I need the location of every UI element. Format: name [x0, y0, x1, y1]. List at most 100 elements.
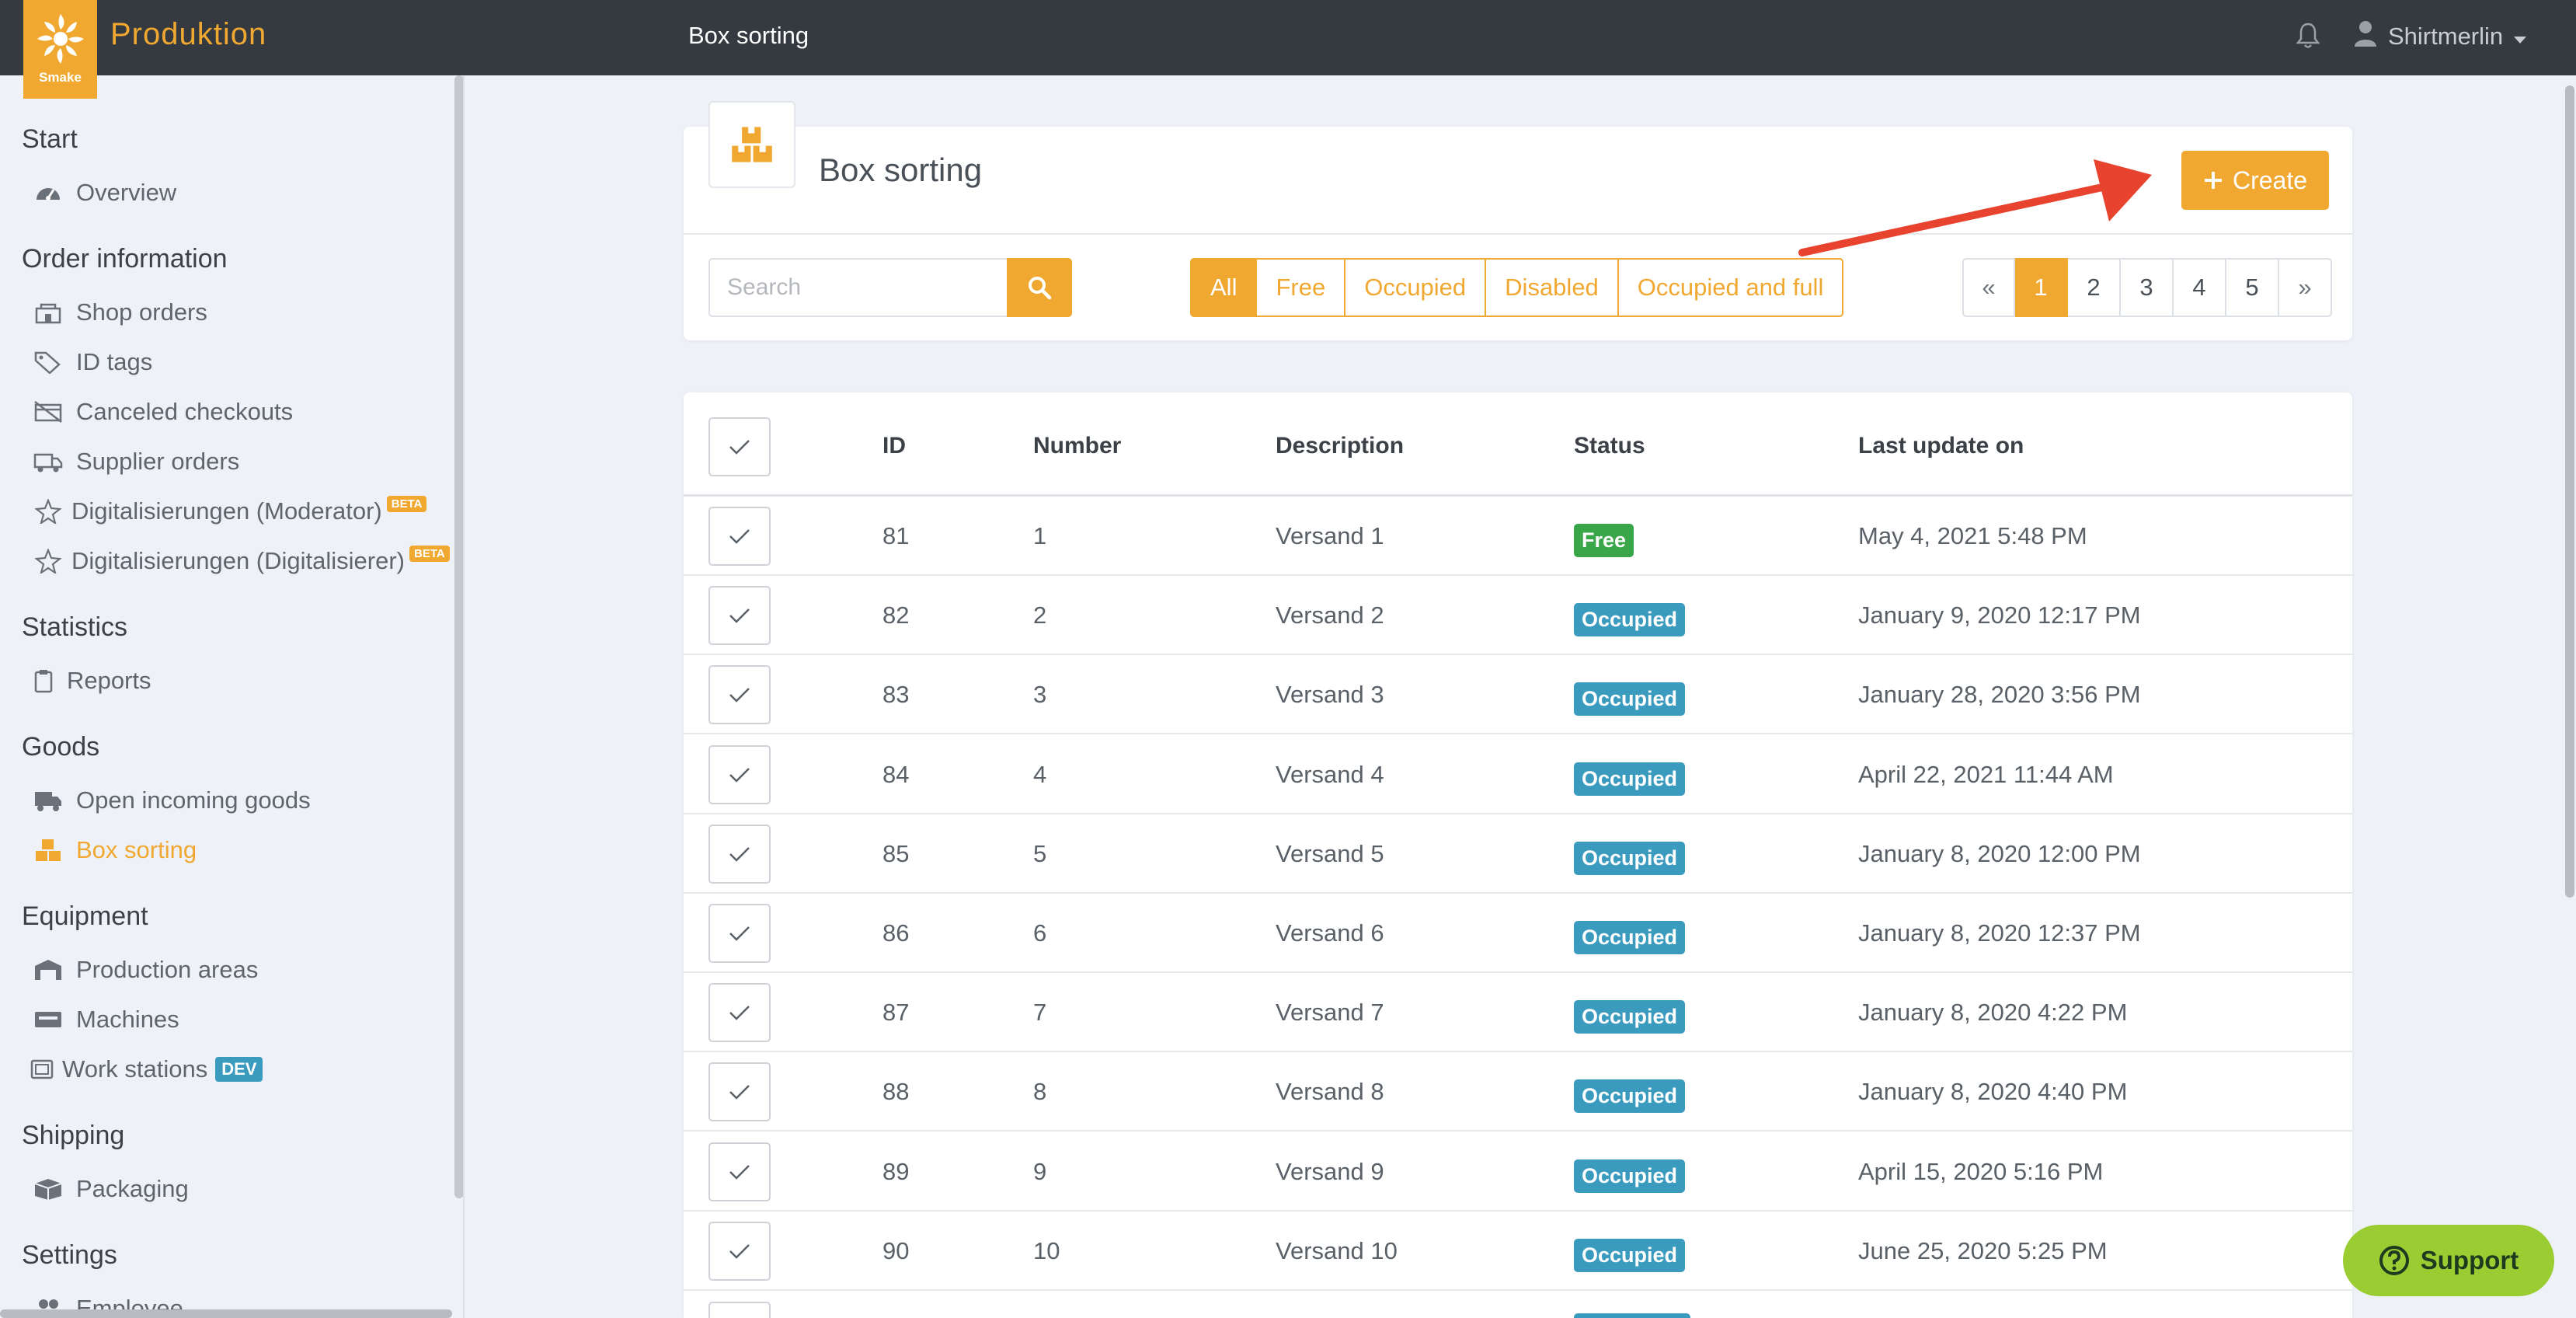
page-4[interactable]: 4 — [2174, 258, 2226, 317]
logo[interactable]: Smake — [23, 0, 97, 99]
filter-occupied[interactable]: Occupied — [1345, 258, 1487, 317]
cell-description: Versand 9 — [1276, 1158, 1384, 1185]
bell-icon[interactable] — [2296, 22, 2320, 54]
sidebar-item-box-sorting[interactable]: Box sorting — [33, 836, 197, 864]
cell-number: 10 — [1033, 1237, 1060, 1264]
sidebar-item-machines[interactable]: Machines — [33, 1006, 179, 1034]
sidebar: Start Overview Order information Shop or… — [0, 75, 465, 1318]
clipboard-icon — [33, 668, 54, 693]
search-input[interactable] — [708, 258, 1007, 317]
sidebar-item-digitalisierungen-moderator[interactable]: Digitalisierungen (Moderator) BETA — [33, 495, 427, 525]
row-checkbox[interactable] — [708, 586, 771, 645]
cell-description: Versand 4 — [1276, 761, 1384, 788]
dev-badge: DEV — [215, 1057, 263, 1082]
cell-number: 6 — [1033, 919, 1047, 947]
page-prev[interactable]: « — [1962, 258, 2015, 317]
sidebar-horizontal-scrollbar[interactable] — [0, 1309, 452, 1318]
cell-number: 2 — [1033, 601, 1047, 629]
support-label: Support — [2420, 1246, 2519, 1274]
check-icon — [729, 440, 750, 455]
filter-all[interactable]: All — [1190, 258, 1258, 317]
row-checkbox[interactable] — [708, 745, 771, 804]
truck-icon — [33, 449, 64, 474]
user-name: Shirtmerlin — [2388, 23, 2504, 50]
check-icon — [729, 1165, 750, 1180]
column-header-number[interactable]: Number — [1033, 433, 1121, 459]
status-badge: Occupied — [1574, 1079, 1686, 1113]
cell-id: 84 — [882, 761, 910, 788]
column-header-last-update[interactable]: Last update on — [1858, 433, 2024, 459]
page-5[interactable]: 5 — [2226, 258, 2279, 317]
sidebar-item-reports[interactable]: Reports — [33, 667, 151, 695]
cell-last-update: January 8, 2020 4:22 PM — [1858, 999, 2128, 1026]
row-checkbox[interactable] — [708, 904, 771, 963]
sidebar-item-label: Overview — [76, 179, 177, 206]
cell-last-update: January 8, 2020 12:00 PM — [1858, 840, 2141, 867]
select-all-checkbox[interactable] — [708, 417, 771, 476]
shop-icon — [33, 300, 64, 325]
sidebar-item-packaging[interactable]: Packaging — [33, 1175, 189, 1203]
row-checkbox[interactable] — [708, 507, 771, 566]
brand-title[interactable]: Produktion — [110, 17, 266, 52]
page-next[interactable]: » — [2279, 258, 2332, 317]
column-header-id[interactable]: ID — [882, 433, 906, 459]
boxes-icon — [33, 838, 64, 863]
package-icon — [33, 1177, 64, 1201]
create-button[interactable]: Create — [2181, 151, 2329, 210]
row-checkbox[interactable] — [708, 983, 771, 1042]
sidebar-item-label: Open incoming goods — [76, 786, 311, 814]
status-badge: Occupied — [1574, 921, 1686, 954]
column-header-description[interactable]: Description — [1276, 433, 1404, 459]
status-badge: Free — [1574, 524, 1634, 557]
check-icon — [729, 1085, 750, 1100]
page-2[interactable]: 2 — [2068, 258, 2121, 317]
sidebar-item-label: Digitalisierungen (Moderator) — [71, 497, 382, 525]
row-checkbox[interactable] — [708, 1062, 771, 1121]
row-checkbox[interactable] — [708, 1142, 771, 1201]
sidebar-item-id-tags[interactable]: ID tags — [33, 348, 152, 376]
search-button[interactable] — [1007, 258, 1072, 317]
sidebar-item-shop-orders[interactable]: Shop orders — [33, 298, 207, 326]
row-checkbox[interactable] — [708, 1222, 771, 1281]
sidebar-item-digitalisierungen-digitalisierer[interactable]: Digitalisierungen (Digitalisierer) BETA — [33, 545, 450, 575]
main-scrollbar[interactable] — [2565, 85, 2574, 898]
caret-down-icon — [2514, 23, 2527, 51]
sidebar-item-canceled-checkouts[interactable]: Canceled checkouts — [33, 398, 293, 426]
sidebar-section-equipment: Equipment — [22, 901, 148, 931]
sidebar-item-production-areas[interactable]: Production areas — [33, 956, 258, 984]
table-row[interactable] — [684, 497, 2352, 576]
status-badge: Occupied — [1574, 842, 1686, 875]
row-checkbox-partial[interactable] — [708, 1302, 771, 1318]
row-checkbox[interactable] — [708, 825, 771, 884]
check-icon — [729, 608, 750, 623]
sidebar-item-overview[interactable]: Overview — [33, 179, 176, 207]
sidebar-item-label: Work stations — [62, 1055, 208, 1083]
cell-id: 88 — [882, 1078, 910, 1105]
sidebar-item-label: Shop orders — [76, 298, 207, 326]
page-3[interactable]: 3 — [2121, 258, 2174, 317]
cell-id: 86 — [882, 919, 910, 947]
user-menu[interactable]: Shirtmerlin — [2354, 20, 2527, 53]
sidebar-item-open-incoming-goods[interactable]: Open incoming goods — [33, 786, 311, 814]
sidebar-item-work-stations[interactable]: Work stations DEV — [30, 1055, 263, 1083]
support-button[interactable]: Support — [2343, 1225, 2554, 1296]
filter-occupied-and-full[interactable]: Occupied and full — [1618, 258, 1844, 317]
sidebar-item-supplier-orders[interactable]: Supplier orders — [33, 448, 239, 476]
filter-free[interactable]: Free — [1257, 258, 1346, 317]
filter-disabled[interactable]: Disabled — [1486, 258, 1619, 317]
page-1[interactable]: 1 — [2015, 258, 2068, 317]
check-icon — [729, 688, 750, 703]
plus-icon — [2204, 172, 2222, 189]
sidebar-section-order-information: Order information — [22, 244, 228, 274]
status-badge: Occupied — [1574, 762, 1686, 796]
column-header-status[interactable]: Status — [1574, 433, 1645, 459]
cell-number: 8 — [1033, 1078, 1047, 1105]
cell-number: 3 — [1033, 681, 1047, 708]
create-button-label: Create — [2232, 166, 2308, 194]
row-checkbox[interactable] — [708, 665, 771, 724]
sidebar-scrollbar[interactable] — [454, 75, 463, 1198]
cell-description: Versand 1 — [1276, 522, 1384, 549]
cell-last-update: April 15, 2020 5:16 PM — [1858, 1158, 2104, 1185]
status-badge-partial — [1574, 1313, 1690, 1318]
workstation-icon — [30, 1057, 54, 1082]
